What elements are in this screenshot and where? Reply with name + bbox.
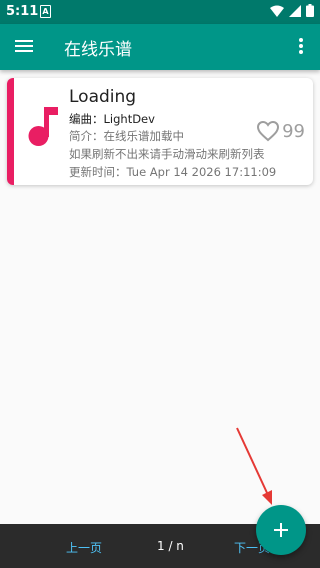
score-refresh-hint: 如果刷新不出来请手动滑动来刷新列表 xyxy=(69,147,265,161)
favorite-button[interactable]: 99 xyxy=(256,120,305,142)
status-icons xyxy=(270,4,314,17)
score-author: 编曲：LightDev xyxy=(69,112,155,126)
status-bar: 5:11 A xyxy=(0,0,320,24)
score-intro: 简介：在线乐谱加载中 xyxy=(69,129,184,143)
notification-a-icon: A xyxy=(40,5,51,18)
score-title: Loading xyxy=(69,87,137,107)
hamburger-menu-icon[interactable] xyxy=(14,37,34,57)
more-vert-icon[interactable] xyxy=(298,38,304,56)
score-card[interactable]: Loading 编曲：LightDev 简介：在线乐谱加载中 如果刷新不出来请手… xyxy=(7,78,313,185)
music-note-icon xyxy=(28,107,58,146)
plus-icon-stroke xyxy=(280,523,282,537)
score-updated-time: 更新时间：Tue Apr 14 2026 17:11:09 xyxy=(69,165,277,179)
add-fab-button[interactable] xyxy=(256,505,306,555)
status-time: 5:11 xyxy=(6,4,39,19)
signal-icon xyxy=(289,4,301,17)
wifi-icon xyxy=(270,5,284,17)
page-indicator: 1 / n xyxy=(157,539,184,553)
app-bar: 在线乐谱 xyxy=(0,24,320,70)
battery-icon xyxy=(306,4,314,17)
card-accent-bar xyxy=(7,78,14,185)
app-title: 在线乐谱 xyxy=(64,40,132,60)
heart-outline-icon xyxy=(257,120,280,142)
favorite-count: 99 xyxy=(282,120,305,142)
prev-page-button[interactable]: 上一页 xyxy=(66,539,102,556)
